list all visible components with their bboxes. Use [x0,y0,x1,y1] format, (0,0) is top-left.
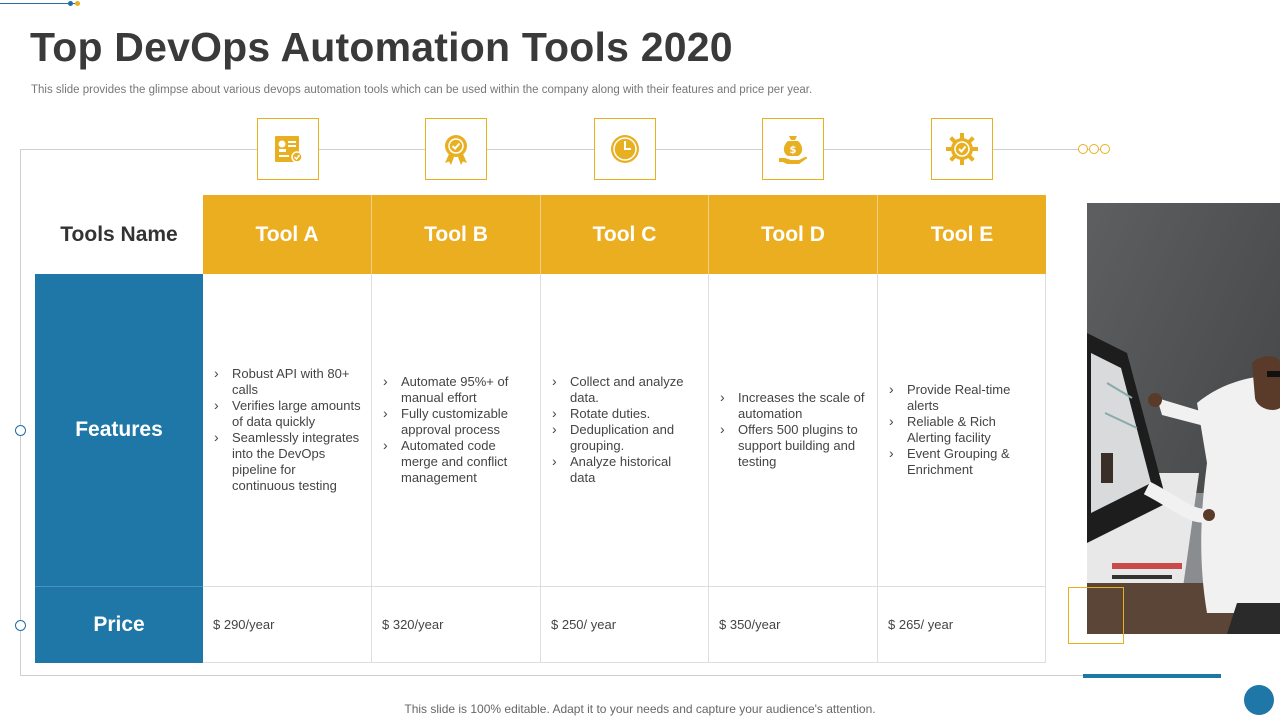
list-item: Seamlessly integrates into the DevOps pi… [213,429,361,494]
list-item: Automated code merge and conflict manage… [382,437,530,486]
decor-ring [1078,144,1088,154]
tool-c-price: $ 250/ year [541,587,709,663]
decor-ring [1100,144,1110,154]
price-row-label: Price [35,587,203,663]
tool-b-features: Automate 95%+ of manual effort Fully cus… [372,274,541,587]
top-accent-dot-yellow [75,1,80,6]
list-item: Provide Real-time alerts [888,381,1035,414]
slide-title: Top DevOps Automation Tools 2020 [30,24,733,70]
svg-text:$: $ [790,145,797,156]
list-item: Verifies large amounts of data quickly [213,397,361,430]
list-item: Robust API with 80+ calls [213,365,361,398]
gear-check-icon [931,118,993,180]
money-bag-hand-icon: $ [762,118,824,180]
list-item: Offers 500 plugins to support building a… [719,421,867,470]
tools-name-label: Tools Name [60,222,178,246]
top-accent-dot-blue [68,1,73,6]
photo-accent-frame [1068,587,1124,644]
footer-note: This slide is 100% editable. Adapt it to… [404,702,876,716]
list-item: Collect and analyze data. [551,373,698,406]
tool-d-features: Increases the scale of automation Offers… [709,274,878,587]
decor-blue-bar [1083,674,1221,678]
side-ring-features [15,425,26,436]
slide-subtitle: This slide provides the glimpse about va… [31,84,813,96]
frame-top-line [1000,149,1078,150]
tool-e-features: Provide Real-time alerts Reliable & Rich… [878,274,1046,587]
tool-c-features: Collect and analyze data. Rotate duties.… [541,274,709,587]
tool-d-price: $ 350/year [709,587,878,663]
list-item: Fully customizable approval process [382,405,530,438]
tool-a-features: Robust API with 80+ calls Verifies large… [203,274,372,587]
tool-a-header: Tool A [203,195,372,274]
list-item: Automate 95%+ of manual effort [382,373,530,406]
clock-icon [594,118,656,180]
list-item: Rotate duties. [551,405,698,422]
award-badge-icon [425,118,487,180]
list-item: Increases the scale of automation [719,389,867,422]
tool-b-header: Tool B [372,195,541,274]
certificate-icon [257,118,319,180]
list-item: Deduplication and grouping. [551,421,698,454]
tool-b-price: $ 320/year [372,587,541,663]
list-item: Reliable & Rich Alerting facility [888,413,1035,446]
side-ring-price [15,620,26,631]
tool-c-header: Tool C [541,195,709,274]
features-row-label: Features [35,274,203,587]
tool-e-header: Tool E [878,195,1046,274]
decorative-photo [1087,203,1280,634]
list-item: Analyze historical data [551,453,698,486]
tool-e-price: $ 265/ year [878,587,1046,663]
tool-d-header: Tool D [709,195,878,274]
list-item: Event Grouping & Enrichment [888,445,1035,478]
tool-a-price: $ 290/year [203,587,372,663]
decor-ring [1089,144,1099,154]
